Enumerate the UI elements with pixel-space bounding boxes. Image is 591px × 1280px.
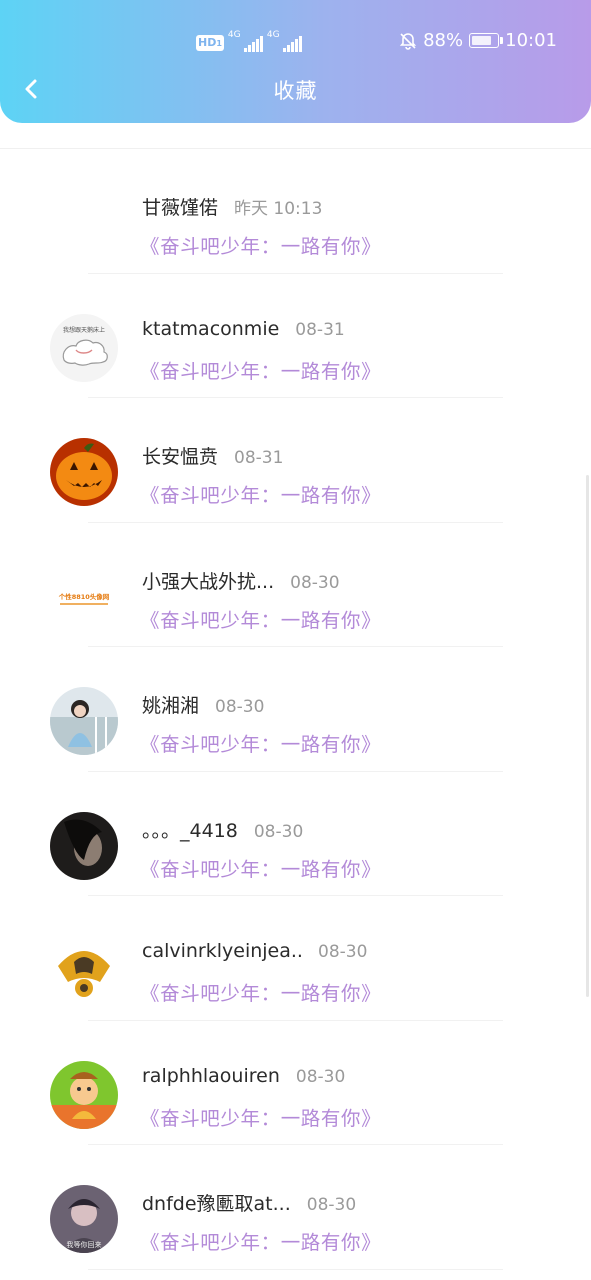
timestamp: 08-30 (306, 1195, 357, 1215)
avatar-pumpkin-icon[interactable] (50, 438, 118, 506)
list-divider (88, 1268, 503, 1270)
timestamp: 08-30 (215, 697, 265, 717)
avatar-photo-girl-icon[interactable] (50, 687, 118, 755)
list-item[interactable]: 个性8810头像网 小强大战外扰... 08-30 《奋斗吧少年：一路有你》 (0, 523, 591, 647)
avatar-photo-dark-icon[interactable] (50, 811, 118, 880)
timestamp: 08-30 (290, 572, 340, 593)
avatar-emblem-icon[interactable] (50, 936, 118, 1004)
list-item[interactable]: 我等你回来 dnfde豫匭取at... 08-30 《奋斗吧少年：一路有你》 (0, 1145, 591, 1270)
battery-percent: 88% (423, 30, 464, 51)
show-title[interactable]: 《奋斗吧少年：一路有你》 (140, 977, 381, 1006)
battery-icon (469, 33, 504, 48)
hd-badge: HD1 (196, 35, 224, 51)
avatar-photo-boy-icon[interactable]: 我等你回来 (50, 1185, 118, 1253)
signal-icon: 4G (228, 30, 263, 52)
timestamp: 08-31 (234, 448, 284, 468)
show-title[interactable]: 《奋斗吧少年：一路有你》 (140, 1102, 381, 1131)
list-item[interactable]: ralphhlaouiren 08-30 《奋斗吧少年：一路有你》 (0, 1021, 591, 1145)
timestamp: 08-31 (295, 319, 345, 340)
show-title[interactable]: 《奋斗吧少年：一路有你》 (140, 1226, 381, 1255)
user-name[interactable]: ralphhlaouiren (142, 1065, 280, 1087)
user-name[interactable]: 长安愠贲 (142, 442, 218, 469)
show-title[interactable]: 《奋斗吧少年：一路有你》 (140, 728, 381, 757)
timestamp: 08-30 (295, 1066, 346, 1087)
item-meta: 姚湘湘 08-30 (142, 691, 264, 718)
show-title[interactable]: 《奋斗吧少年：一路有你》 (140, 853, 381, 882)
list-item[interactable]: 姚湘湘 08-30 《奋斗吧少年：一路有你》 (0, 647, 591, 772)
avatar-cartoon-icon[interactable] (50, 1060, 118, 1129)
user-name[interactable]: dnfde豫匭取at... (142, 1189, 291, 1216)
avatar-text-logo[interactable]: 个性8810头像网 (50, 562, 118, 631)
avatar-caption: 我想跟天鹅床上 (63, 326, 105, 334)
list-item[interactable]: 。。。_4418 08-30 《奋斗吧少年：一路有你》 (0, 772, 591, 896)
list-item[interactable]: 我想跟天鹅床上 ktatmaconmie 08-31 《奋斗吧少年：一路有你》 (0, 274, 591, 398)
app-header: HD1 4G 4G 88% 10:01 收藏 (0, 0, 591, 123)
user-name[interactable]: calvinrklyeinjea... (142, 940, 302, 962)
clock: 10:01 (505, 30, 557, 51)
item-meta: ralphhlaouiren 08-30 (142, 1065, 345, 1087)
item-meta: dnfde豫匭取at... 08-30 (142, 1189, 356, 1216)
signal-icon: 4G (267, 30, 302, 52)
user-name[interactable]: 。。。_4418 (142, 816, 238, 843)
list-item[interactable]: calvinrklyeinjea... 08-30 《奋斗吧少年：一路有你》 (0, 896, 591, 1021)
user-name[interactable]: 甘薇馑偌 (142, 193, 218, 220)
avatar-caption: 个性8810头像网 (58, 592, 110, 601)
item-meta: 。。。_4418 08-30 (142, 816, 303, 843)
show-title[interactable]: 《奋斗吧少年：一路有你》 (140, 604, 381, 633)
favorites-list: 甘薇馑偌 昨天 10:13 《奋斗吧少年：一路有你》 我想跟天鹅床上 ktatm… (0, 148, 591, 1270)
list-item[interactable]: 甘薇馑偌 昨天 10:13 《奋斗吧少年：一路有你》 (0, 149, 591, 274)
item-meta: calvinrklyeinjea... 08-30 (142, 940, 367, 962)
show-title[interactable]: 《奋斗吧少年：一路有你》 (140, 230, 381, 259)
avatar-cloud-icon[interactable]: 我想跟天鹅床上 (50, 313, 118, 382)
user-name[interactable]: ktatmaconmie (142, 318, 279, 340)
item-meta: 长安愠贲 08-31 (142, 442, 283, 469)
page-title: 收藏 (273, 79, 318, 103)
show-title[interactable]: 《奋斗吧少年：一路有你》 (140, 479, 381, 508)
bell-muted-icon (399, 32, 417, 50)
show-title[interactable]: 《奋斗吧少年：一路有你》 (140, 355, 381, 384)
item-meta: 甘薇馑偌 昨天 10:13 (142, 193, 322, 220)
avatar-caption: 我等你回来 (67, 1240, 102, 1249)
network-indicators: HD1 4G 4G (196, 30, 302, 54)
user-name[interactable]: 姚湘湘 (142, 691, 199, 718)
timestamp: 昨天 10:13 (234, 199, 323, 219)
avatar[interactable] (50, 189, 118, 257)
timestamp: 08-30 (253, 821, 304, 842)
scrollbar[interactable] (586, 475, 589, 997)
user-name[interactable]: 小强大战外扰... (142, 567, 274, 594)
item-meta: 小强大战外扰... 08-30 (142, 567, 340, 594)
list-item[interactable]: 长安愠贲 08-31 《奋斗吧少年：一路有你》 (0, 398, 591, 523)
timestamp: 08-30 (318, 942, 368, 962)
status-bar: HD1 4G 4G 88% 10:01 (0, 0, 591, 86)
item-meta: ktatmaconmie 08-31 (142, 318, 345, 340)
status-right: 88% 10:01 (399, 30, 557, 51)
